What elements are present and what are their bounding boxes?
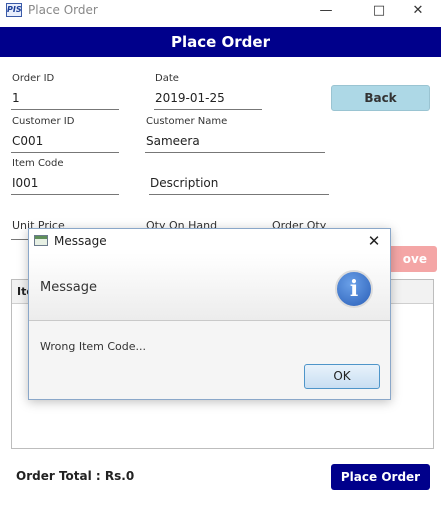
customer-id-field[interactable]: C001 [11, 131, 119, 153]
window-close-button[interactable]: ✕ [395, 0, 441, 22]
dialog-header-area: Message i [29, 253, 390, 321]
close-icon: ✕ [412, 3, 424, 18]
window-title: Place Order [28, 3, 98, 17]
dialog-titlebar: Message ✕ [29, 229, 390, 253]
ok-button[interactable]: OK [304, 364, 380, 389]
item-code-field[interactable]: I001 [11, 173, 119, 195]
minimize-button[interactable]: — [303, 0, 349, 22]
minimize-icon: — [319, 3, 333, 18]
close-icon: ✕ [367, 232, 381, 250]
window-titlebar: PIS Place Order — □ ✕ [0, 0, 441, 22]
order-total-label: Order Total : [16, 469, 101, 483]
dialog-window-icon [34, 235, 48, 246]
dialog-close-button[interactable]: ✕ [362, 230, 386, 252]
customer-name-field[interactable]: Sameera [145, 131, 325, 153]
app-logo-icon: PIS [6, 3, 22, 17]
place-order-button[interactable]: Place Order [331, 464, 430, 490]
page-header: Place Order [0, 27, 441, 57]
maximize-icon: □ [372, 3, 386, 18]
unit-price-field[interactable] [11, 218, 29, 240]
dialog-message: Wrong Item Code... [40, 340, 147, 353]
customer-id-label: Customer ID [12, 116, 75, 127]
back-button[interactable]: Back [331, 85, 430, 111]
item-code-label: Item Code [12, 158, 64, 169]
order-total: Order Total : Rs.0 [16, 469, 134, 483]
page-title: Place Order [170, 33, 270, 51]
order-id-label: Order ID [12, 73, 55, 84]
info-icon: i [335, 270, 373, 308]
message-dialog: Message ✕ Message i Wrong Item Code... O… [28, 228, 391, 400]
description-field[interactable]: Description [149, 173, 329, 195]
date-label: Date [155, 73, 179, 84]
customer-name-label: Customer Name [146, 116, 228, 127]
date-field[interactable]: 2019-01-25 [154, 88, 262, 110]
dialog-header: Message [40, 280, 97, 295]
order-total-value: Rs.0 [104, 469, 135, 483]
order-id-field[interactable]: 1 [11, 88, 119, 110]
dialog-title: Message [54, 234, 107, 248]
